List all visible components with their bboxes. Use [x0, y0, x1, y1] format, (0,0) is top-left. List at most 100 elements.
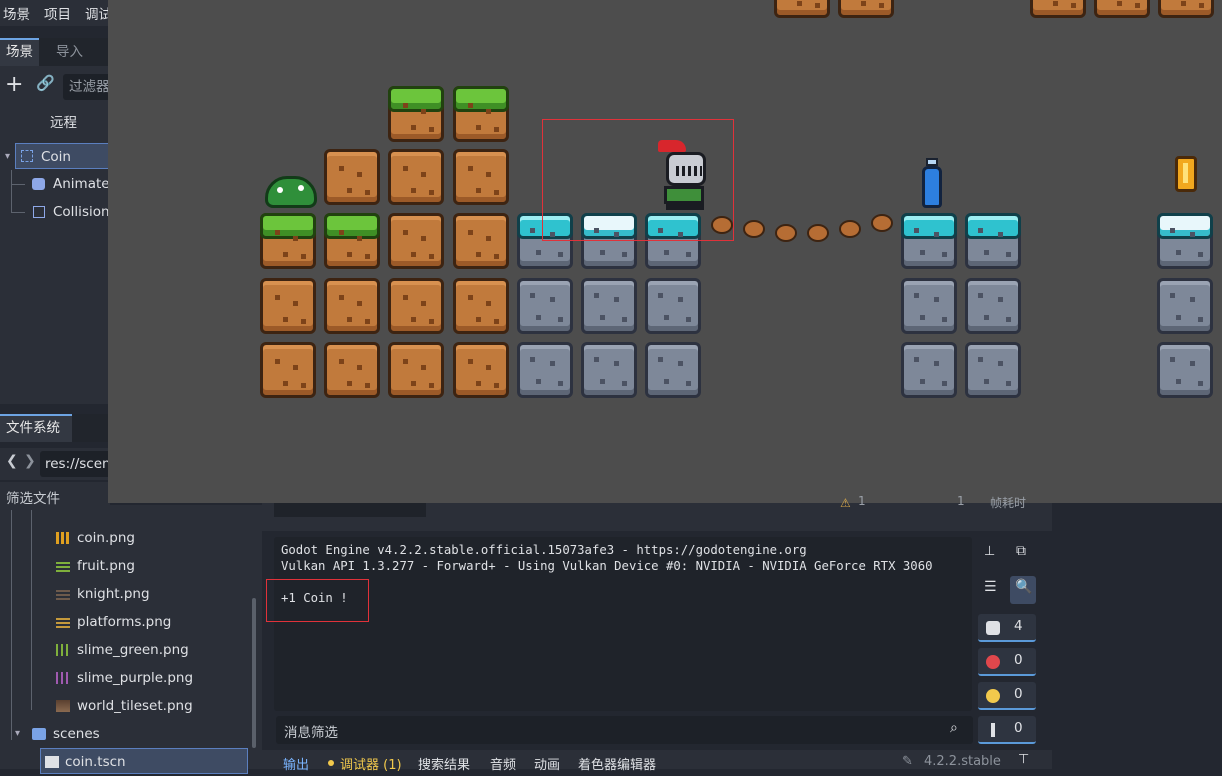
image-icon: [56, 616, 70, 628]
tree-item-label: Collision: [53, 204, 110, 220]
tile-stone: [581, 278, 637, 334]
tab-output[interactable]: 输出: [283, 754, 309, 773]
pin-icon[interactable]: ⊤: [1018, 752, 1029, 767]
bridge-bead: [839, 220, 861, 238]
file-item-selected[interactable]: coin.tscn: [40, 748, 248, 774]
link-icon[interactable]: 🔗: [36, 74, 55, 92]
animated-sprite-icon: [32, 178, 45, 190]
tab-filesystem[interactable]: 文件系统: [0, 414, 72, 442]
remote-button[interactable]: 远程: [50, 111, 77, 131]
tile-stone: [517, 278, 573, 334]
message-filter-input[interactable]: 消息筛选: [284, 721, 338, 741]
frame-number: 1: [957, 494, 965, 508]
potion-item: [918, 158, 946, 208]
tile-dirt: [453, 342, 509, 398]
image-icon: [56, 532, 70, 544]
bridge-bead: [871, 214, 893, 232]
filesystem-path-bar: ❮ ❯ res://scen: [0, 448, 120, 480]
area2d-icon: [21, 150, 33, 162]
forward-icon[interactable]: ❯: [24, 453, 36, 469]
file-label: slime_purple.png: [77, 670, 194, 686]
search-icon: ⌕: [950, 720, 958, 736]
image-icon: [56, 560, 70, 572]
tile-dirt: [324, 342, 380, 398]
tab-search-results[interactable]: 搜索结果: [418, 754, 470, 773]
chevron-down-icon[interactable]: ▾: [5, 144, 10, 170]
tile-stone: [901, 342, 957, 398]
file-label: coin.png: [77, 530, 135, 546]
tile-dirt: [774, 0, 830, 18]
image-icon: [56, 672, 70, 684]
tile-dirt: [453, 278, 509, 334]
clear-output-button[interactable]: ⊥: [978, 540, 1004, 568]
file-label: coin.tscn: [65, 754, 126, 770]
tile-dirt: [1030, 0, 1086, 18]
tile-grass: [388, 86, 444, 142]
tile-dirt: [838, 0, 894, 18]
menu-project[interactable]: 项目: [44, 3, 71, 23]
file-label: knight.png: [77, 586, 150, 602]
tab-scene[interactable]: 场景: [0, 38, 39, 66]
collapse-button[interactable]: ☰: [978, 576, 1004, 604]
tile-stone: [581, 342, 637, 398]
folder-icon: [32, 728, 46, 740]
edit-icon: ✎: [902, 754, 913, 769]
tab-shader-editor[interactable]: 着色器编辑器: [578, 754, 656, 773]
tab-debugger[interactable]: 调试器 (1): [340, 754, 402, 773]
bridge-bead: [775, 224, 797, 242]
menu-scene[interactable]: 场景: [3, 3, 30, 23]
highlight-box-knight: [542, 119, 734, 241]
error-counter[interactable]: 0: [978, 648, 1036, 676]
tree-item-label: Animate: [53, 176, 110, 192]
search-toggle-button[interactable]: 🔍: [1010, 576, 1036, 604]
tile-stone: [645, 342, 701, 398]
copy-output-button[interactable]: ⧉: [1010, 540, 1036, 568]
tab-audio[interactable]: 音频: [490, 754, 516, 773]
tile-snow: [1157, 213, 1213, 269]
remote-local-switch: 远程: [0, 106, 110, 134]
scene-file-icon: [45, 756, 59, 768]
tile-dirt: [388, 149, 444, 205]
tile-dirt: [1094, 0, 1150, 18]
tile-dirt: [388, 213, 444, 269]
bridge-bead: [807, 224, 829, 242]
green-slime: [265, 176, 317, 208]
tile-dirt: [324, 149, 380, 205]
warning-icon: ⚠: [840, 496, 851, 510]
output-log[interactable]: Godot Engine v4.2.2.stable.official.1507…: [274, 537, 972, 711]
game-window[interactable]: [108, 0, 1222, 503]
scene-dock-tabs: 场景 导入: [0, 38, 110, 66]
back-icon[interactable]: ❮: [6, 453, 18, 469]
search-icon: 🔍: [1015, 579, 1033, 595]
file-list-scrollbar[interactable]: [252, 598, 256, 748]
tile-dirt: [388, 278, 444, 334]
log-line: Vulkan API 1.3.277 - Forward+ - Using Vu…: [281, 559, 933, 573]
folder-label: scenes: [53, 726, 100, 742]
warning-counter[interactable]: 0: [978, 682, 1036, 710]
message-counter[interactable]: 4: [978, 614, 1036, 642]
collision-shape-icon: [33, 206, 45, 218]
add-node-icon[interactable]: +: [5, 72, 23, 97]
message-filter[interactable]: 消息筛选 ⌕: [276, 716, 973, 744]
image-icon: [56, 588, 70, 600]
debugger-dot-icon: [328, 760, 334, 766]
tile-grass: [453, 86, 509, 142]
warning-count: 1: [858, 494, 866, 508]
filesystem-header: 文件系统: [0, 414, 110, 442]
bridge-bead: [743, 220, 765, 238]
editor-counter[interactable]: 0: [978, 716, 1036, 744]
bottom-panel-tabs: 输出 调试器 (1) 搜索结果 音频 动画 着色器编辑器 ✎ 4.2.2.sta…: [262, 750, 1062, 773]
file-label: fruit.png: [77, 558, 135, 574]
tile-grass: [260, 213, 316, 269]
file-label: slime_green.png: [77, 642, 189, 658]
tile-stone: [965, 342, 1021, 398]
file-list: coin.png fruit.png knight.png platforms.…: [0, 505, 262, 774]
tab-import[interactable]: 导入: [50, 38, 89, 66]
file-filter-input[interactable]: 筛选文件: [6, 487, 60, 507]
info-icon: [986, 621, 1000, 635]
warning-icon: [986, 689, 1000, 703]
tab-animation[interactable]: 动画: [534, 754, 560, 773]
tile-stone: [645, 278, 701, 334]
chevron-down-icon[interactable]: ▾: [15, 720, 20, 748]
tile-stone: [965, 278, 1021, 334]
